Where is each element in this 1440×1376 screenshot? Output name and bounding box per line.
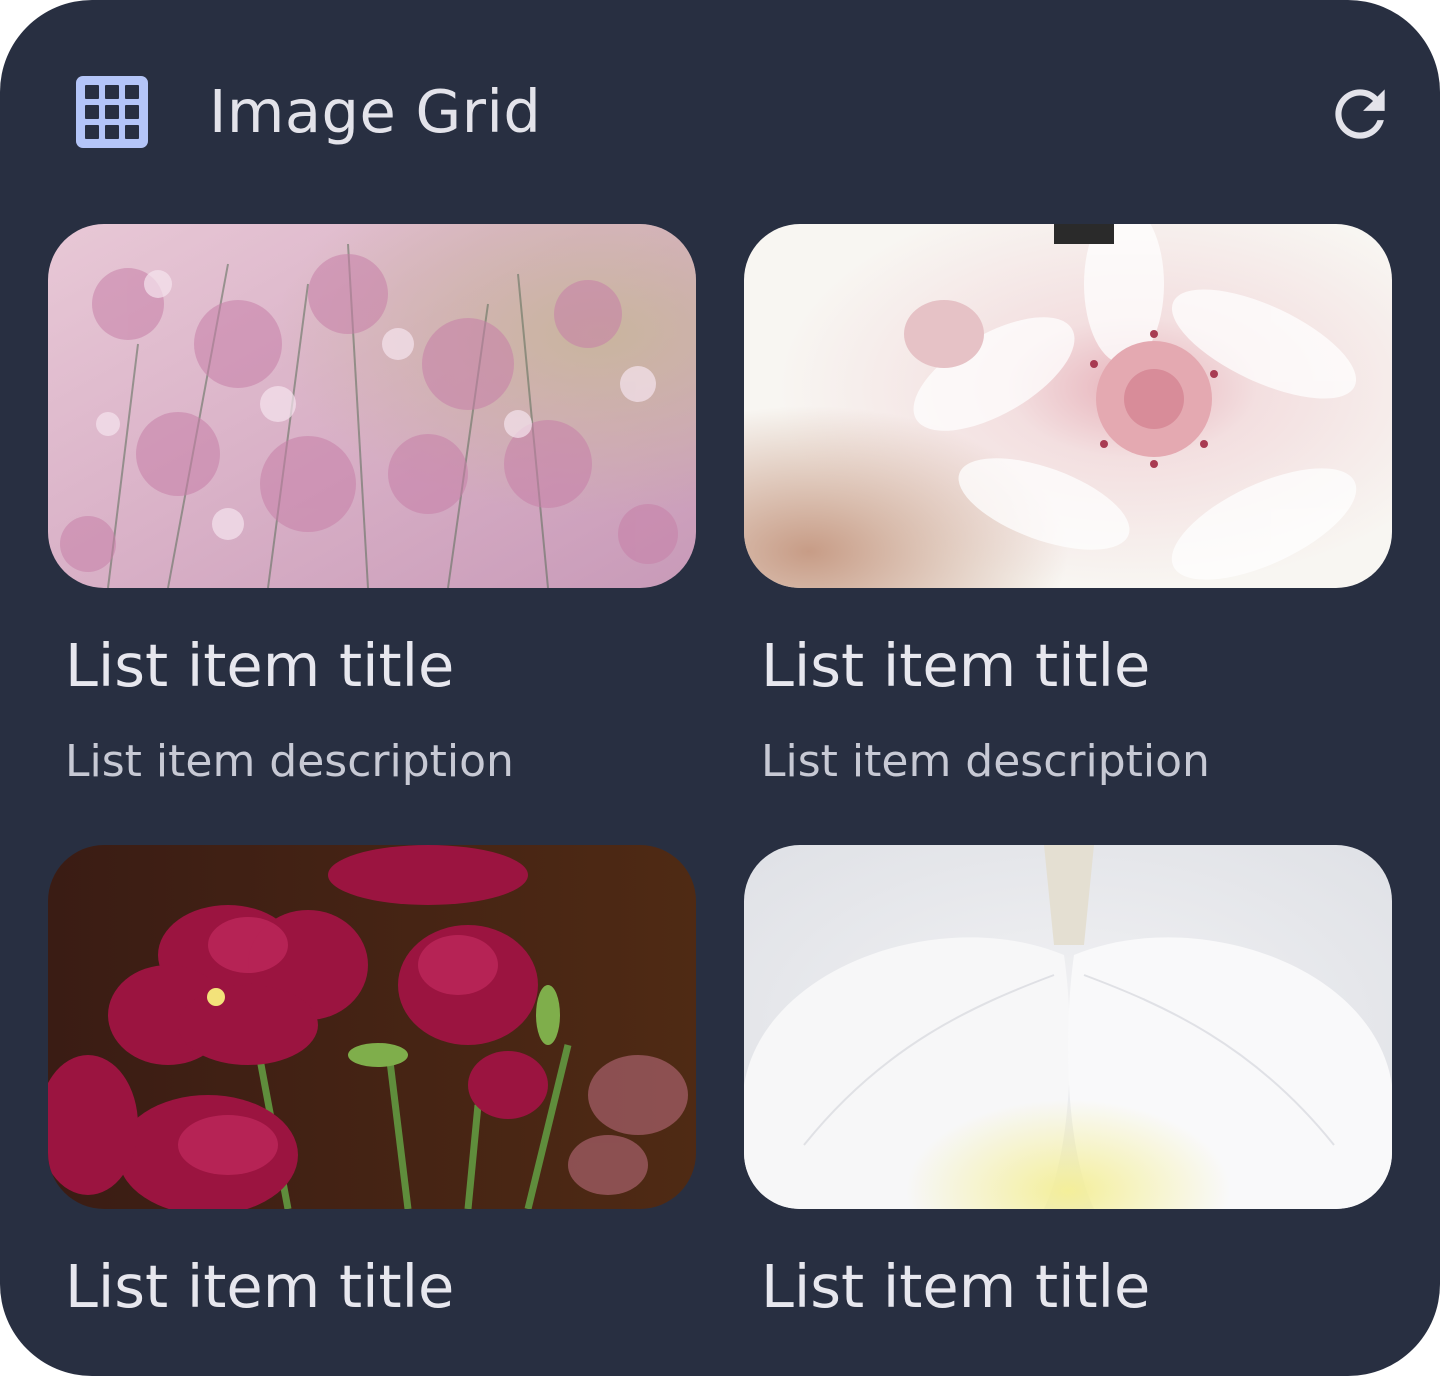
grid-item[interactable]: List item title List item description <box>744 224 1392 787</box>
list-item-description: List item description <box>761 736 1210 787</box>
list-item-title: List item title <box>761 631 1151 700</box>
list-item-title: List item title <box>65 631 455 700</box>
magenta-pansy-flowers-photo <box>48 845 696 1209</box>
white-pink-protea-flower-photo <box>744 224 1392 588</box>
refresh-icon <box>1335 89 1385 139</box>
list-item-description: List item description <box>65 736 514 787</box>
image-grid-widget: Image Grid List item title List item des… <box>0 0 1440 1376</box>
list-item-title: List item title <box>65 1252 455 1321</box>
refresh-button[interactable] <box>1318 72 1402 156</box>
grid-item[interactable]: List item title <box>48 845 696 1321</box>
list-item-title: List item title <box>761 1252 1151 1321</box>
pink-limonium-flowers-photo <box>48 224 696 588</box>
grid-item[interactable]: List item title <box>744 845 1392 1321</box>
grid-item[interactable]: List item title List item description <box>48 224 696 787</box>
white-orchid-petals-photo <box>744 845 1392 1209</box>
widget-title: Image Grid <box>209 77 542 146</box>
grid-icon <box>76 76 148 148</box>
